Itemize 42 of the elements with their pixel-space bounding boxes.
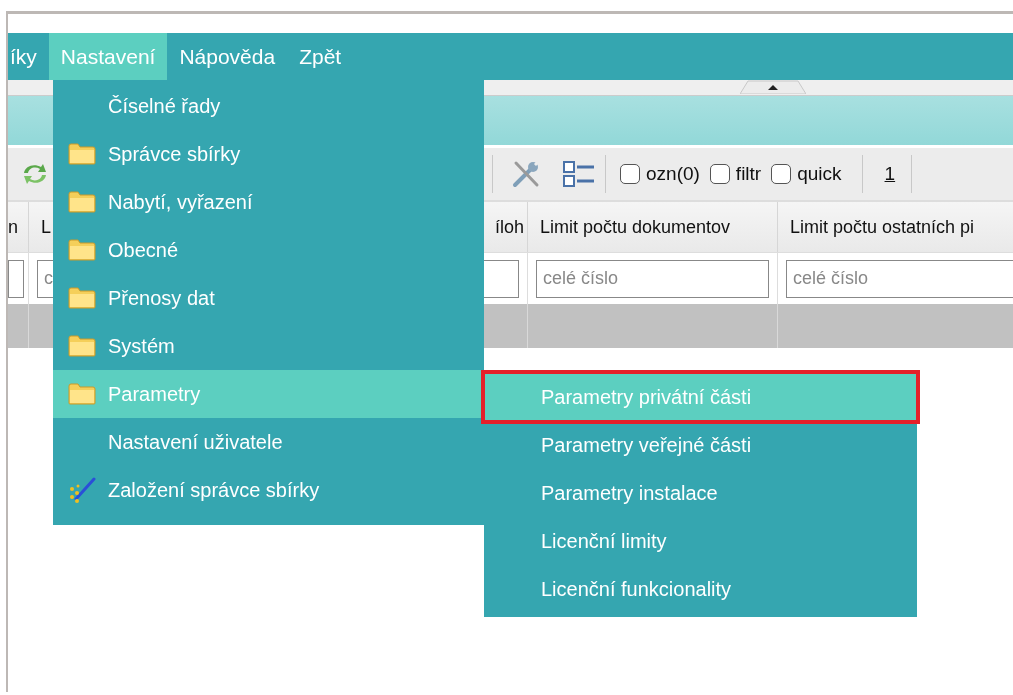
folder-icon xyxy=(68,335,96,357)
menu-item[interactable]: Parametry privátní části xyxy=(484,373,917,421)
menu-item[interactable]: Číselné řady xyxy=(53,82,484,130)
folder-icon xyxy=(68,143,96,165)
checkbox[interactable] xyxy=(620,164,640,184)
list-view-icon[interactable] xyxy=(563,160,595,188)
menu-item[interactable]: Nastavení uživatele xyxy=(53,418,484,466)
menu-item[interactable]: Systém xyxy=(53,322,484,370)
menu-item[interactable]: Přenosy dat xyxy=(53,274,484,322)
folder-icon xyxy=(68,287,96,309)
menu-item[interactable]: Licenční funkcionality xyxy=(484,565,917,613)
menu-item[interactable]: Správce sbírky xyxy=(53,130,484,178)
folder-icon xyxy=(68,239,96,261)
menu-item[interactable]: Nápověda xyxy=(167,33,288,80)
menu-item[interactable]: Parametry veřejné části xyxy=(484,421,917,469)
checkbox-label: filtr xyxy=(735,163,762,185)
menu-item[interactable]: Nastavení xyxy=(48,33,168,80)
column-header: Limit počtu ostatních pi xyxy=(790,216,975,238)
checkbox[interactable] xyxy=(771,164,792,184)
menu-item[interactable]: íky xyxy=(8,33,49,80)
page-link[interactable]: 1 xyxy=(880,163,900,185)
folder-icon xyxy=(68,191,96,213)
column-header: íloh xyxy=(494,216,524,238)
checkbox-label: ozn(0) xyxy=(646,163,700,185)
column-header: Limit počtu dokumentov xyxy=(540,216,731,238)
checkbox[interactable] xyxy=(709,164,730,184)
menu-item[interactable]: Licenční limity xyxy=(484,517,917,565)
menu-item[interactable]: Zpět xyxy=(287,33,354,80)
menu-item[interactable]: Založení správce sbírky xyxy=(53,466,484,514)
menu-item[interactable]: Parametry instalace xyxy=(484,469,917,517)
menu-item[interactable]: Nabytí, vyřazení xyxy=(53,178,484,226)
filter-field[interactable]: celé číslo xyxy=(536,259,769,298)
collapse-tab[interactable] xyxy=(740,80,806,94)
menu-item[interactable]: Obecné xyxy=(53,226,484,274)
column-header: n xyxy=(8,216,18,238)
filter-field[interactable]: celé číslo xyxy=(786,259,1013,298)
folder-icon xyxy=(68,383,96,405)
menu-item[interactable]: Parametry xyxy=(53,370,484,418)
filter-field[interactable] xyxy=(8,259,24,298)
column-header: L xyxy=(41,216,51,238)
checkbox-label: quick xyxy=(797,163,842,185)
wand-icon xyxy=(68,477,96,503)
